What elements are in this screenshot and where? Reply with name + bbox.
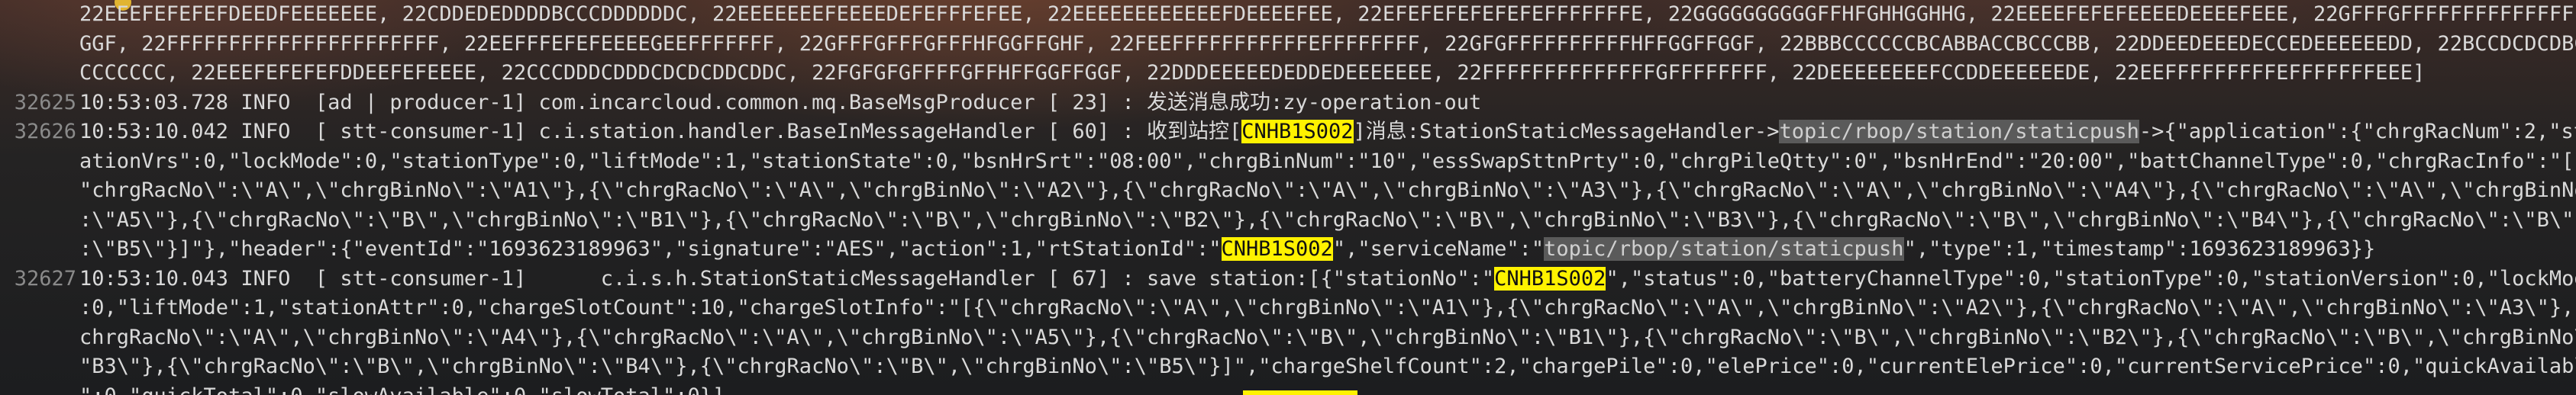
log-segment: ationVrs":0,"lockMode":0,"stationType":0… [79, 149, 2576, 173]
log-segment: ","serviceName":" [1332, 237, 1545, 261]
terminal-log-window[interactable]: 22EEEFEFEFEFDEEDFEEEEEEE, 22CDDEDEDDDDBC… [0, 0, 2576, 395]
log-text: 22EEEFEFEFEFDEEDFEEEEEEE, 22CDDEDEDDDDBC… [76, 0, 2576, 30]
log-segment: ","status":0,"batteryChannelType":0,"sta… [1606, 266, 2576, 291]
line-number [0, 352, 76, 382]
log-line[interactable]: 32627 10:53:10.043 INFO [ stt-consumer-1]… [0, 265, 2576, 294]
log-segment: CCCCCCC, 22EEEFEFEFEFDDEEFEFEEEE, 22CCCD… [79, 61, 2426, 85]
line-number: 32626 [14, 120, 76, 143]
log-text: ationVrs":0,"lockMode":0,"stationType":0… [76, 147, 2576, 177]
log-text: GGF, 22FFFFFFFFFFFFFFFFFFFFFF, 22EEFFFEF… [76, 30, 2576, 59]
log-segment: "chrgRacNo\":\"A\",\"chrgBinNo\":\"A1\"}… [79, 178, 2576, 202]
log-line[interactable]: ":0,"quickTotal":0,"slowAvailable":0,"sl… [0, 382, 725, 395]
log-segment: 10:53:03.728 INFO [ad | producer-1] com.… [79, 90, 1482, 114]
log-text: :\"A5\"},{\"chrgRacNo\":\"B\",\"chrgBinN… [76, 206, 2576, 236]
log-line[interactable]: "chrgRacNo\":\"A\",\"chrgBinNo\":\"A1\"}… [0, 176, 2576, 206]
line-number [0, 206, 76, 236]
line-number: 32627 [14, 266, 76, 291]
line-number [0, 30, 76, 59]
log-segment: :\"A5\"},{\"chrgRacNo\":\"B\",\"chrgBinN… [79, 207, 2576, 232]
log-segment: ->{"application":{"chrgRacNum":2,"st [2139, 120, 2576, 143]
log-text: :0,"liftMode":1,"stationAttr":0,"chargeS… [76, 294, 2576, 323]
log-line[interactable]: GGF, 22FFFFFFFFFFFFFFFFFFFFFF, 22EEFFFEF… [0, 30, 2576, 59]
line-number [0, 235, 76, 265]
line-number [0, 294, 76, 323]
line-number [0, 59, 76, 88]
log-text: 10:53:03.728 INFO [ad | producer-1] com.… [76, 88, 1481, 118]
log-segment: ]消息:StationStaticMessageHandler-> [1353, 120, 1780, 143]
search-match-highlight: CNHB1S002 [1241, 120, 1354, 143]
log-line[interactable]: 22EEEFEFEFEFDEEDFEEEEEEE, 22CDDEDEDDDDBC… [0, 0, 2576, 30]
line-number: 32625 [14, 90, 76, 114]
log-text: ":0,"quickTotal":0,"slowAvailable":0,"sl… [76, 382, 725, 395]
log-segment: chrgRacNo\":\"A\",\"chrgBinNo\":\"A4\"},… [79, 325, 2576, 349]
log-text: 10:53:10.043 INFO [ stt-consumer-1] c.i.… [76, 265, 2576, 294]
log-line[interactable]: :\"B5\"}]"},"header":{"eventId":"1693623… [0, 235, 2375, 265]
log-segment: "B3\"},{\"chrgRacNo\":\"B\",\"chrgBinNo\… [79, 355, 2576, 378]
selection-highlight: topic/rbop/station/staticpush [1779, 120, 2139, 143]
log-line[interactable]: 32625 10:53:03.728 INFO [ad | producer-1]… [0, 88, 1482, 118]
log-text: 10:53:10.042 INFO [ stt-consumer-1] c.i.… [76, 117, 2576, 147]
log-line[interactable]: :0,"liftMode":1,"stationAttr":0,"chargeS… [0, 294, 2576, 323]
log-text: "chrgRacNo\":\"A\",\"chrgBinNo\":\"A1\"}… [76, 176, 2576, 206]
log-segment: GGF, 22FFFFFFFFFFFFFFFFFFFFFF, 22EEFFFEF… [79, 31, 2576, 56]
log-segment: :0,"liftMode":1,"stationAttr":0,"chargeS… [79, 296, 2576, 320]
line-number [0, 0, 76, 30]
log-text: chrgRacNo\":\"A\",\"chrgBinNo\":\"A4\"},… [76, 323, 2576, 353]
line-number [0, 323, 76, 353]
log-segment: 22EEEFEFEFEFDEEDFEEEEEEE, 22CDDEDEDDDDBC… [79, 2, 2576, 26]
line-number [0, 382, 76, 395]
log-line[interactable]: :\"A5\"},{\"chrgRacNo\":\"B\",\"chrgBinN… [0, 206, 2576, 236]
line-number [0, 176, 76, 206]
log-segment: 10:53:10.043 INFO [ stt-consumer-1] c.i.… [79, 266, 1495, 291]
log-line[interactable]: ationVrs":0,"lockMode":0,"stationType":0… [0, 147, 2576, 177]
selection-highlight: topic/rbop/station/staticpush [1544, 237, 1904, 261]
search-match-highlight: CNHB1S002 [1494, 266, 1606, 291]
log-line[interactable]: CCCCCCC, 22EEEFEFEFEFDDEEFEFEEEE, 22CCCD… [0, 59, 2425, 88]
log-segment: :\"B5\"}]"},"header":{"eventId":"1693623… [79, 237, 1222, 261]
log-segment: ","type":1,"timestamp":1693623189963}} [1903, 237, 2376, 261]
search-match-highlight-partial [1243, 390, 1357, 395]
search-match-highlight: CNHB1S002 [1221, 237, 1333, 261]
log-line[interactable]: 32626 10:53:10.042 INFO [ stt-consumer-1]… [0, 117, 2576, 147]
line-number [0, 147, 76, 177]
log-segment: ":0,"quickTotal":0,"slowAvailable":0,"sl… [79, 384, 725, 395]
log-text: CCCCCCC, 22EEEFEFEFEFDDEEFEFEEEE, 22CCCD… [76, 59, 2425, 88]
log-text: "B3\"},{\"chrgRacNo\":\"B\",\"chrgBinNo\… [76, 352, 2576, 382]
log-line[interactable]: chrgRacNo\":\"A\",\"chrgBinNo\":\"A4\"},… [0, 323, 2576, 353]
log-line[interactable]: "B3\"},{\"chrgRacNo\":\"B\",\"chrgBinNo\… [0, 352, 2576, 382]
log-text: :\"B5\"}]"},"header":{"eventId":"1693623… [76, 235, 2375, 265]
log-segment: 10:53:10.042 INFO [ stt-consumer-1] c.i.… [79, 120, 1242, 143]
